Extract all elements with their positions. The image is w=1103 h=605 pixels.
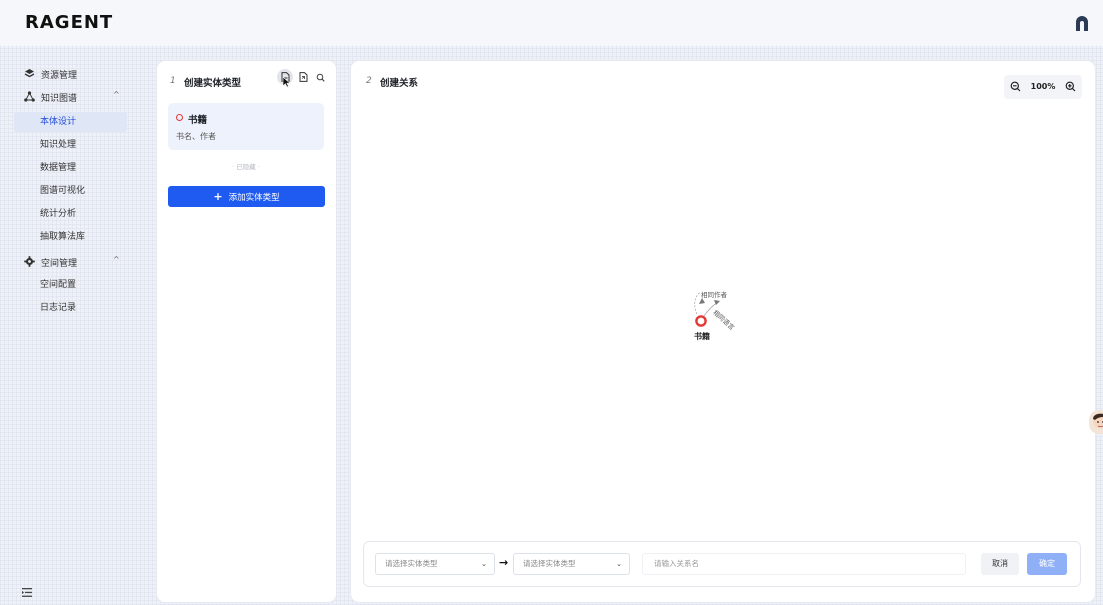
top-bar: RAGENT xyxy=(0,0,1103,46)
sidebar-item-extraction-library[interactable]: 抽取算法库 xyxy=(14,227,127,247)
sidebar-group-label: 空间管理 xyxy=(41,259,78,269)
app-logo[interactable]: RAGENT xyxy=(25,12,113,33)
source-entity-placeholder: 请选择实体类型 xyxy=(385,559,438,568)
sidebar-group-space-management[interactable]: 空间管理 ^ xyxy=(0,251,135,273)
step-number: 2 xyxy=(366,76,372,86)
gear-icon xyxy=(24,256,35,267)
panel-title: 创建关系 xyxy=(380,78,419,89)
search-button[interactable] xyxy=(312,69,328,85)
collapse-sidebar-icon[interactable] xyxy=(22,588,32,597)
entity-card[interactable]: 书籍 书名、作者 xyxy=(168,103,324,150)
sidebar-item-graph-visualization[interactable]: 图谱可视化 xyxy=(14,181,127,201)
add-entity-type-button[interactable]: + 添加实体类型 xyxy=(168,186,325,207)
graph-node-label[interactable]: 书籍 xyxy=(694,331,710,342)
sidebar-item-data-management[interactable]: 数据管理 xyxy=(14,158,127,178)
sidebar-item-logs[interactable]: 日志记录 xyxy=(14,298,127,318)
cancel-button[interactable]: 取消 xyxy=(981,553,1019,575)
chevron-down-icon: ⌄ xyxy=(616,560,622,568)
chevron-up-icon: ^ xyxy=(113,255,120,264)
zoom-out-icon[interactable] xyxy=(1010,81,1021,92)
zoom-in-icon[interactable] xyxy=(1065,81,1076,92)
source-entity-select[interactable]: 请选择实体类型 ⌄ xyxy=(375,553,495,575)
sidebar-group-label: 资源管理 xyxy=(41,71,78,81)
panel-title: 创建实体类型 xyxy=(184,78,242,89)
arrow-right-icon: → xyxy=(499,556,509,569)
target-entity-placeholder: 请选择实体类型 xyxy=(523,559,576,568)
plus-icon: + xyxy=(213,190,223,203)
confirm-button[interactable]: 确定 xyxy=(1027,553,1067,575)
sidebar-item-ontology-design[interactable]: 本体设计 xyxy=(14,112,127,132)
sidebar-group-resources[interactable]: 资源管理 xyxy=(0,63,135,85)
zoom-control: 100% xyxy=(1004,75,1082,99)
search-icon xyxy=(316,73,325,82)
entity-attributes: 书名、作者 xyxy=(176,132,216,141)
sidebar-group-label: 知识图谱 xyxy=(41,94,78,104)
chevron-up-icon: ^ xyxy=(113,90,120,99)
graph-node-circle xyxy=(695,315,707,327)
hidden-items-toggle[interactable]: · 已隐藏 · xyxy=(168,161,324,171)
sidebar-group-knowledge-graph[interactable]: 知识图谱 ^ xyxy=(0,86,135,108)
entity-name: 书籍 xyxy=(188,115,208,126)
chevron-down-icon: ⌄ xyxy=(481,560,487,568)
export-button[interactable] xyxy=(295,69,311,85)
entity-color-dot xyxy=(176,114,183,121)
sidebar-item-statistics[interactable]: 统计分析 xyxy=(14,204,127,224)
step-number: 1 xyxy=(170,76,176,86)
sidebar-item-knowledge-processing[interactable]: 知识处理 xyxy=(14,135,127,155)
add-entity-type-label: 添加实体类型 xyxy=(228,192,280,203)
graph-nodes-icon xyxy=(24,91,35,102)
avatar-face-icon xyxy=(1093,413,1103,428)
user-icon[interactable] xyxy=(1074,14,1090,32)
edge-label: 相同作者 xyxy=(701,291,727,299)
cursor-pointer-icon xyxy=(282,76,291,88)
zoom-level: 100% xyxy=(1030,82,1056,91)
assistant-avatar[interactable] xyxy=(1089,410,1103,434)
relation-name-input[interactable]: 请输入关系名 xyxy=(642,553,966,575)
layers-icon xyxy=(24,69,35,78)
sidebar: 资源管理 知识图谱 ^ 本体设计 知识处理 数据管理 图谱可视化 统计分析 抽取… xyxy=(0,46,135,605)
sidebar-item-space-config[interactable]: 空间配置 xyxy=(14,275,127,295)
target-entity-select[interactable]: 请选择实体类型 ⌄ xyxy=(513,553,630,575)
export-file-icon xyxy=(299,72,307,82)
